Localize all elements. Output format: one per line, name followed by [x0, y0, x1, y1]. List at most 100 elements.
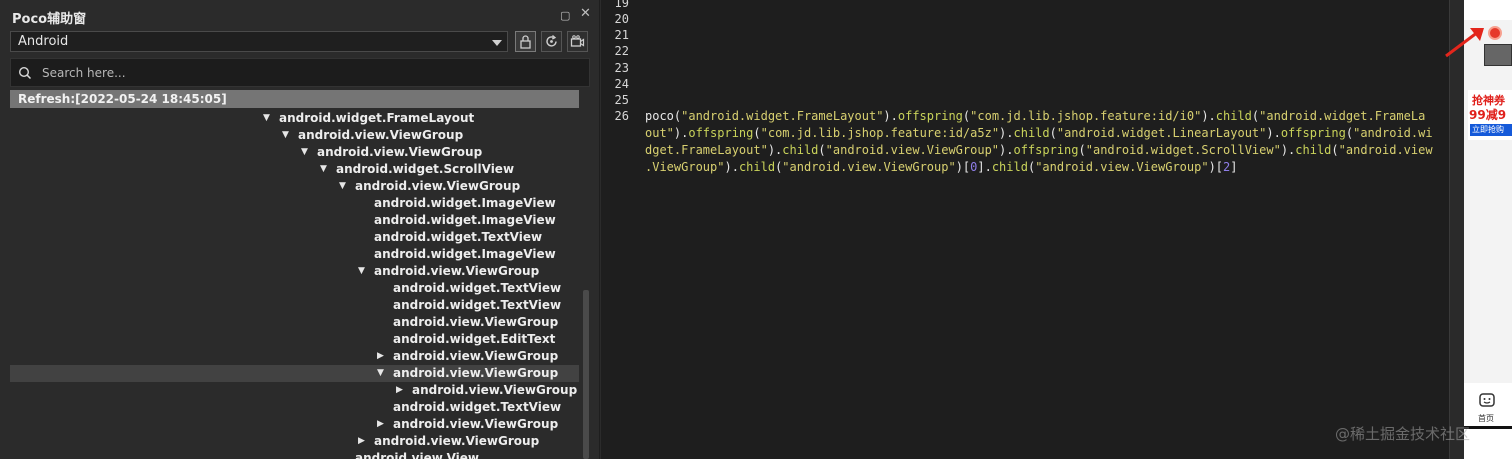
- lock-icon: [520, 35, 531, 49]
- expanded-arrow-icon[interactable]: ▼: [282, 128, 292, 142]
- code-token-method: child: [738, 160, 776, 174]
- code-token-string: "android.widget.ScrollView": [1085, 143, 1281, 157]
- tree-node-label: android.view.ViewGroup: [412, 383, 578, 397]
- tree-node[interactable]: android.widget.TextView: [10, 229, 579, 246]
- code-token-string: "android.wi: [1353, 126, 1433, 140]
- tree-node-label: android.widget.ScrollView: [336, 162, 515, 176]
- line-number: 26: [614, 109, 629, 123]
- expanded-arrow-icon[interactable]: ▼: [263, 111, 273, 125]
- red-arrow-icon: [1445, 28, 1484, 58]
- red-dot-icon: [1488, 26, 1502, 40]
- tree-node[interactable]: android.widget.TextView: [10, 297, 579, 314]
- code-token-method: offspring: [1013, 143, 1079, 157]
- tree-node[interactable]: android.widget.EditText: [10, 331, 579, 348]
- editor-scrollbar[interactable]: [1449, 0, 1464, 459]
- tree-node[interactable]: android.widget.ImageView: [10, 195, 579, 212]
- tree-node[interactable]: android.widget.TextView: [10, 280, 579, 297]
- code-token-default: poco(: [645, 109, 682, 123]
- expanded-arrow-icon[interactable]: ▼: [358, 264, 368, 278]
- panel-header: Poco辅助窗 ▢ ✕: [0, 0, 600, 32]
- refresh-button[interactable]: [541, 31, 562, 52]
- phone-bottom-nav: 首页: [1464, 383, 1512, 459]
- tree-node[interactable]: ▶ android.view.ViewGroup: [10, 433, 579, 450]
- promo-discount: 99减9: [1469, 108, 1507, 122]
- tree-node[interactable]: ▼ android.view.ViewGroup: [10, 127, 579, 144]
- tree-node[interactable]: ▼ android.widget.FrameLayout: [10, 110, 579, 127]
- tree-node-label: android.widget.TextView: [374, 230, 543, 244]
- home-icon[interactable]: [1478, 391, 1496, 409]
- collapsed-arrow-icon[interactable]: ▶: [377, 417, 387, 431]
- code-token-default: ).: [999, 126, 1014, 140]
- tree-node-label: android.widget.ImageView: [374, 213, 556, 227]
- tree-node[interactable]: ▶ android.view.ViewGroup: [10, 382, 579, 399]
- code-token-string: "android.view: [1338, 143, 1433, 157]
- platform-select[interactable]: Android: [10, 31, 508, 52]
- chevron-down-icon: [492, 40, 502, 46]
- expanded-arrow-icon[interactable]: ▼: [377, 366, 387, 380]
- float-window-icon[interactable]: ▢: [560, 9, 570, 23]
- code-token-method: offspring: [688, 126, 754, 140]
- promo-badge[interactable]: 抢神券 99减9 立即抢购: [1468, 90, 1512, 140]
- expanded-arrow-icon[interactable]: ▼: [301, 145, 311, 159]
- tree-node-label: android.view.View: [355, 451, 480, 459]
- search-box[interactable]: [10, 58, 590, 87]
- code-token-default: )[: [955, 160, 971, 174]
- code-token-string: "android.widget.FrameLayout": [681, 109, 884, 123]
- tree-node[interactable]: ▼ android.view.ViewGroup: [10, 365, 579, 382]
- record-button[interactable]: [567, 31, 588, 52]
- collapsed-arrow-icon[interactable]: ▶: [396, 383, 406, 397]
- line-number: 22: [614, 44, 629, 58]
- lock-button[interactable]: [515, 31, 536, 52]
- tree-node[interactable]: android.widget.TextView: [10, 399, 579, 416]
- tree-node-label: android.widget.EditText: [393, 332, 556, 346]
- code-token-method: child: [991, 160, 1028, 174]
- code-editor[interactable]: 19 20 21 22 23 24 25 26 poco("android.widget.Fr…: [601, 0, 1449, 459]
- line-number: 23: [614, 61, 629, 75]
- code-token-string: "android.view.ViewGroup": [782, 160, 956, 174]
- code-token-method: offspring: [897, 109, 963, 123]
- expanded-arrow-icon[interactable]: ▼: [339, 179, 349, 193]
- promo-buy-label: 立即抢购: [1472, 125, 1504, 134]
- code-token-method: child: [782, 143, 819, 157]
- collapsed-arrow-icon[interactable]: ▶: [358, 434, 368, 448]
- refresh-status-bar: Refresh:[2022-05-24 18:45:05]: [10, 90, 579, 108]
- tree-scrollbar[interactable]: [583, 290, 589, 459]
- code-token-default: (: [1078, 143, 1086, 157]
- tree-node[interactable]: android.view.View: [10, 450, 579, 459]
- tree-node[interactable]: android.widget.ImageView: [10, 212, 579, 229]
- tree-node[interactable]: ▶ android.view.ViewGroup: [10, 416, 579, 433]
- tree-node[interactable]: ▼ android.view.ViewGroup: [10, 178, 579, 195]
- tree-node[interactable]: android.view.ViewGroup: [10, 314, 579, 331]
- home-tab-label: 首页: [1478, 414, 1494, 423]
- code-token-default: ).: [1266, 126, 1281, 140]
- code-token-default: (: [1345, 126, 1354, 140]
- line-number: 20: [614, 12, 629, 26]
- tree-node[interactable]: ▼ android.view.ViewGroup: [10, 263, 579, 280]
- tree-node[interactable]: ▼ android.widget.ScrollView: [10, 161, 579, 178]
- tree-node-label: android.widget.FrameLayout: [279, 111, 475, 125]
- tree-node-label: android.view.ViewGroup: [317, 145, 483, 159]
- refresh-timestamp: Refresh:[2022-05-24 18:45:05]: [18, 92, 227, 106]
- collapsed-arrow-icon[interactable]: ▶: [377, 349, 387, 363]
- tree-node[interactable]: android.widget.ImageView: [10, 246, 579, 263]
- tree-node-label: android.view.ViewGroup: [374, 264, 540, 278]
- search-input[interactable]: [42, 63, 582, 83]
- close-icon[interactable]: ✕: [580, 7, 591, 21]
- code-token-default: ).: [724, 160, 739, 174]
- code-token-string: "com.jd.lib.jshop.feature:id/a5z": [760, 126, 1000, 140]
- expanded-arrow-icon[interactable]: ▼: [320, 162, 330, 176]
- tree-node-label: android.widget.ImageView: [374, 247, 556, 261]
- promo-buy-button[interactable]: 立即抢购: [1470, 124, 1512, 136]
- code-token-string: .ViewGroup": [645, 160, 725, 174]
- code-content[interactable]: poco("android.widget.FrameLayout").offsp…: [645, 108, 1445, 176]
- bottom-bar: [1464, 426, 1512, 429]
- code-token-default: )[: [1208, 160, 1224, 174]
- code-token-default: ).: [1201, 109, 1216, 123]
- code-token-default: ).: [999, 143, 1014, 157]
- code-token-default: ]: [1230, 160, 1238, 174]
- tree-node[interactable]: ▼ android.view.ViewGroup: [10, 144, 579, 161]
- tree-node[interactable]: ▶ android.view.ViewGroup: [10, 348, 579, 365]
- device-screen-preview[interactable]: 抢神券 99减9 立即抢购 首页: [1464, 0, 1512, 459]
- tree-node-label: android.view.ViewGroup: [374, 434, 540, 448]
- panel-title: Poco辅助窗: [12, 12, 87, 27]
